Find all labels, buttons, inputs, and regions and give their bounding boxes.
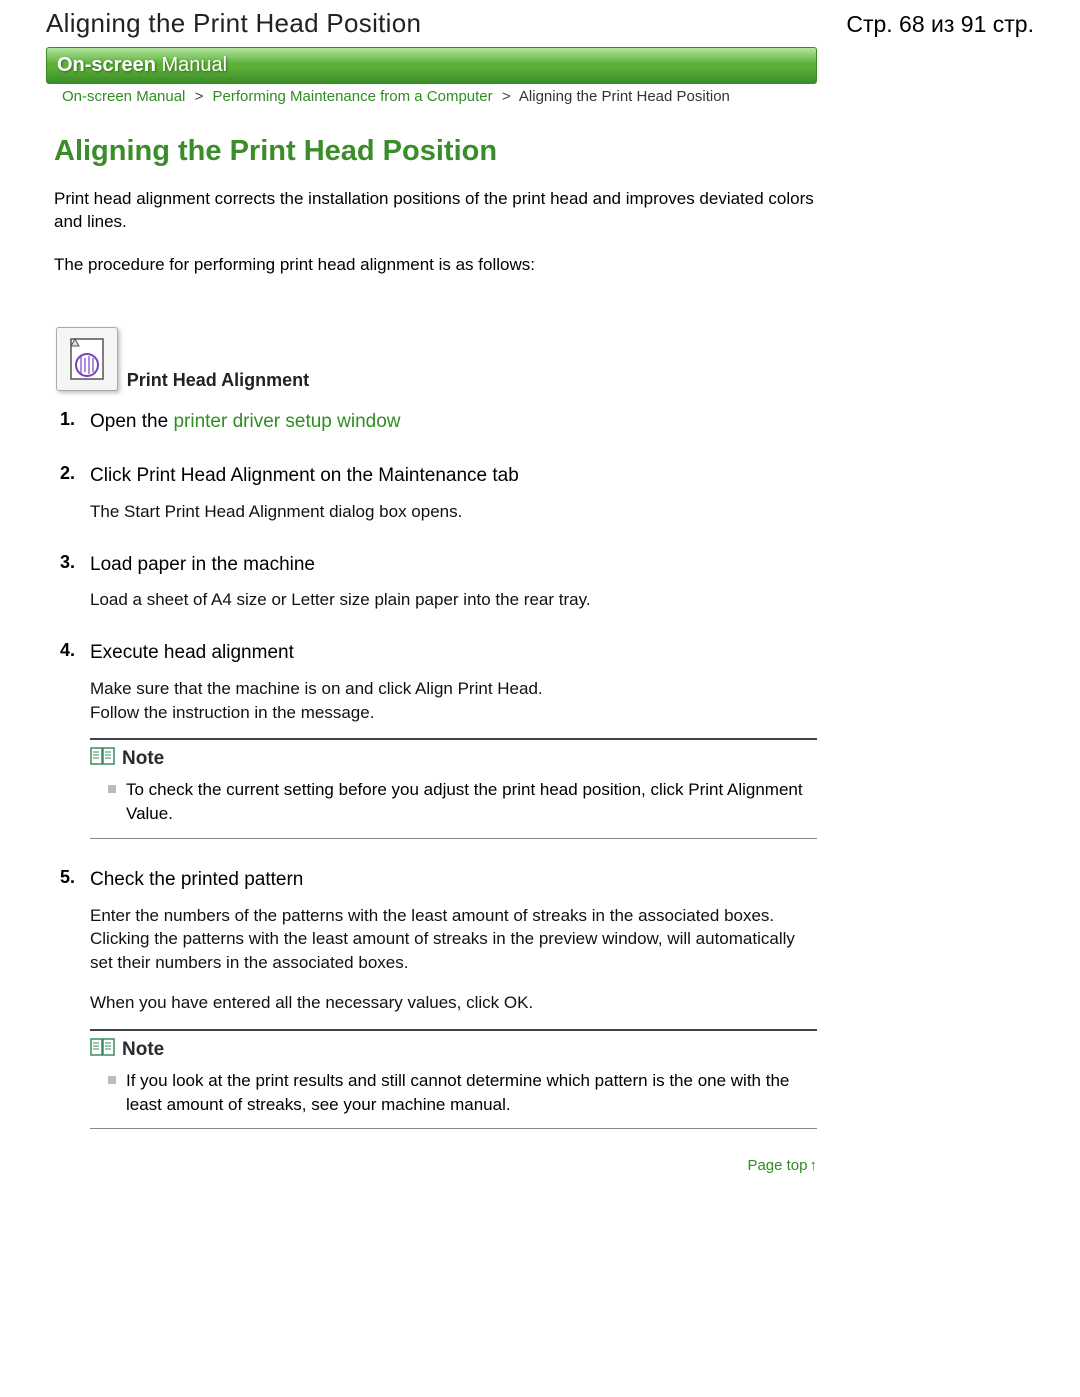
intro-paragraph-1: Print head alignment corrects the instal… [54, 188, 817, 234]
step-4-body-1: Make sure that the machine is on and cli… [90, 677, 817, 701]
step-number: 5. [60, 867, 75, 888]
breadcrumb-link-section[interactable]: Performing Maintenance from a Computer [213, 88, 493, 105]
step-5-title: Check the printed pattern [90, 869, 303, 890]
note-icon [90, 1037, 116, 1063]
banner-light: Manual [156, 54, 227, 76]
note-item: To check the current setting before you … [90, 778, 817, 826]
step-1-text: Open the [90, 411, 173, 432]
printer-driver-setup-link[interactable]: printer driver setup window [173, 411, 400, 432]
intro-paragraph-2: The procedure for performing print head … [54, 254, 817, 277]
step-5-body-1: Enter the numbers of the patterns with t… [90, 904, 817, 975]
step-4: 4. Execute head alignment Make sure that… [46, 640, 817, 839]
note-block: Note If you look at the print results an… [90, 1029, 817, 1130]
note-label: Note [122, 748, 164, 770]
print-head-alignment-icon [56, 327, 118, 391]
breadcrumb-link-home[interactable]: On-screen Manual [62, 88, 185, 105]
step-number: 1. [60, 409, 75, 430]
page-indicator: Стр. 68 из 91 стр. [846, 11, 1034, 38]
breadcrumb-sep: > [195, 88, 204, 105]
step-2: 2. Click Print Head Alignment on the Mai… [46, 463, 817, 523]
print-head-alignment-label: Print Head Alignment [127, 370, 309, 391]
breadcrumb-current: Aligning the Print Head Position [519, 88, 730, 105]
note-item: If you look at the print results and sti… [90, 1069, 817, 1117]
step-5-body-2: When you have entered all the necessary … [90, 991, 817, 1015]
manual-banner: On-screen Manual [46, 47, 817, 84]
step-2-body: The Start Print Head Alignment dialog bo… [90, 500, 817, 524]
step-4-title: Execute head alignment [90, 642, 294, 663]
breadcrumb: On-screen Manual > Performing Maintenanc… [62, 88, 1080, 105]
step-2-title: Click Print Head Alignment on the Mainte… [90, 465, 519, 486]
note-label: Note [122, 1039, 164, 1061]
page-top-link[interactable]: Page top [747, 1157, 807, 1174]
step-number: 3. [60, 552, 75, 573]
note-icon [90, 746, 116, 772]
step-5: 5. Check the printed pattern Enter the n… [46, 867, 817, 1129]
step-3: 3. Load paper in the machine Load a shee… [46, 552, 817, 612]
step-1: 1. Open the printer driver setup window [46, 409, 817, 436]
step-3-body: Load a sheet of A4 size or Letter size p… [90, 588, 817, 612]
breadcrumb-sep: > [502, 88, 511, 105]
step-number: 2. [60, 463, 75, 484]
step-number: 4. [60, 640, 75, 661]
banner-bold: On-screen [57, 54, 156, 76]
step-4-body-2: Follow the instruction in the message. [90, 701, 817, 725]
document-header-title: Aligning the Print Head Position [46, 8, 421, 39]
page-title: Aligning the Print Head Position [54, 135, 817, 168]
up-arrow-icon: ↑ [810, 1157, 818, 1174]
note-block: Note To check the current setting before… [90, 738, 817, 839]
step-3-title: Load paper in the machine [90, 554, 315, 575]
